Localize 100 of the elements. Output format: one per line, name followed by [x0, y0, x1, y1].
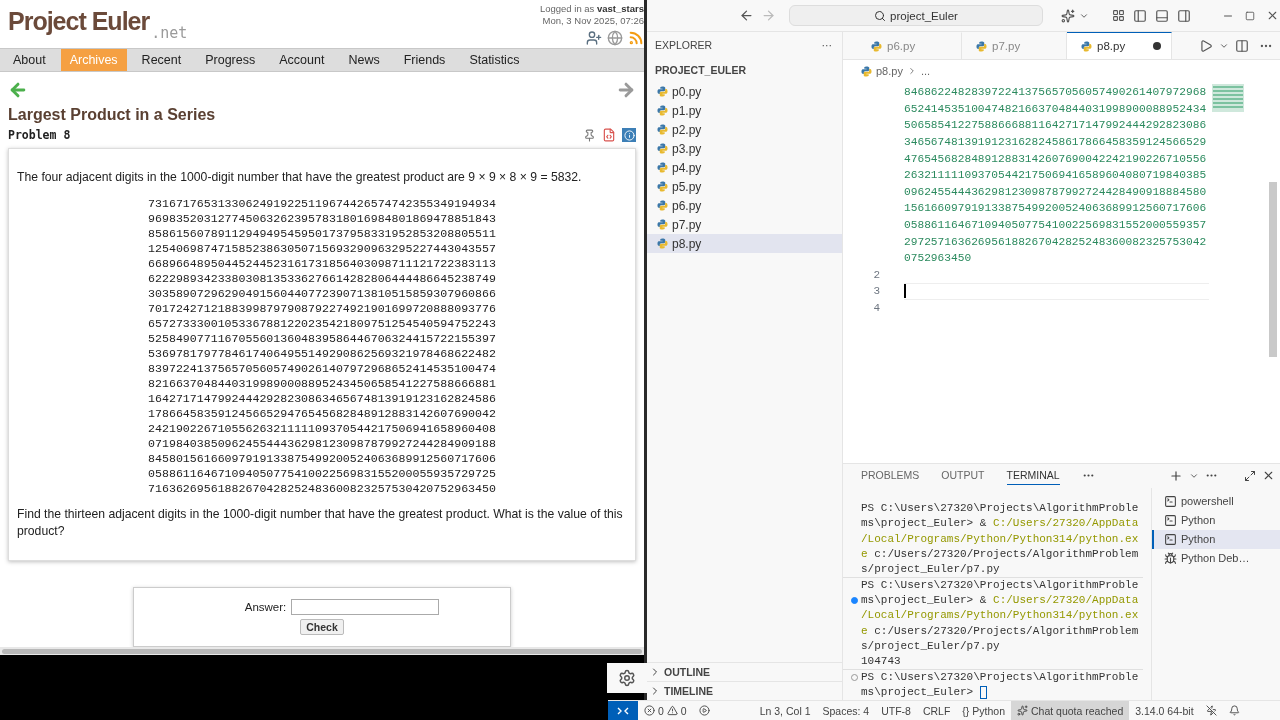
- run-debug-icon[interactable]: [698, 705, 710, 716]
- file-item[interactable]: p0.py: [647, 82, 842, 101]
- file-item[interactable]: p7.py: [647, 215, 842, 234]
- problems-status[interactable]: 0 0: [638, 700, 693, 720]
- panel-tab[interactable]: PROBLEMS: [861, 466, 920, 486]
- more-actions[interactable]: ···: [821, 39, 832, 51]
- indent-status[interactable]: Spaces: 4: [816, 700, 876, 720]
- problem-question: Find the thirteen adjacent digits in the 1000-digit number that have the greatest product. What is the value of this product?: [17, 506, 624, 540]
- check-button[interactable]: Check: [300, 619, 344, 635]
- python-icon: [657, 105, 668, 116]
- error-icon: [644, 705, 655, 716]
- search-field[interactable]: project_Euler: [789, 5, 1043, 26]
- code-string: 476545682848912883142607690042242190226710556: [904, 152, 1208, 165]
- file-name: p2.py: [672, 122, 702, 137]
- settings-button[interactable]: [607, 662, 647, 693]
- user-icon[interactable]: [586, 30, 602, 46]
- file-item[interactable]: p5.py: [647, 177, 842, 196]
- encoding-status[interactable]: UTF-8: [875, 700, 917, 720]
- file-item[interactable]: p6.py: [647, 196, 842, 215]
- rss-icon[interactable]: [628, 30, 644, 46]
- nav-link[interactable]: Recent: [132, 49, 191, 71]
- warning-icon: [666, 705, 678, 716]
- terminal-line: ms\project_Euler> & C:/Users/27320/AppData: [861, 517, 1139, 530]
- terminal-item[interactable]: powershell: [1152, 491, 1280, 511]
- terminal-line: 104743: [861, 655, 901, 668]
- next-arrow-icon[interactable]: [616, 80, 636, 100]
- terminal-line: s/project_Euler/p7.py: [861, 562, 1000, 575]
- command-marker[interactable]: [851, 596, 858, 604]
- section-label: OUTLINE: [664, 666, 711, 678]
- section-label: TIMELINE: [664, 685, 713, 697]
- file-item[interactable]: p3.py: [647, 139, 842, 158]
- bell-icon[interactable]: [1228, 705, 1240, 716]
- terminal-icon: [1164, 513, 1177, 527]
- code-string: 0752963450: [904, 252, 973, 265]
- cursor-position[interactable]: Ln 3, Col 1: [753, 700, 817, 720]
- explorer-title: EXPLORER: [655, 39, 713, 51]
- answer-field[interactable]: [291, 599, 440, 615]
- code-string: 297257163626956188267042825248360082325753042: [904, 235, 1208, 248]
- file-name: p0.py: [672, 84, 702, 99]
- file-item[interactable]: p4.py: [647, 158, 842, 177]
- chat-status[interactable]: Chat quota reached: [1011, 700, 1130, 720]
- file-item[interactable]: p1.py: [647, 101, 842, 120]
- nav-link[interactable]: About: [4, 49, 55, 71]
- nav-link[interactable]: News: [339, 49, 389, 71]
- nav-link[interactable]: Progress: [196, 49, 265, 71]
- terminal-line: s/project_Euler/p7.py: [861, 639, 1000, 652]
- editor-tab[interactable]: p8.py: [1067, 32, 1172, 59]
- info-icon[interactable]: [622, 128, 636, 142]
- line-number: 4: [872, 302, 881, 314]
- terminal-line: /Local/Programs/Python/Python314/python.ex: [861, 532, 1139, 545]
- globe-icon[interactable]: [607, 30, 623, 46]
- code-string: 346567481391912316282458617866458359124566529: [904, 136, 1208, 149]
- python-icon: [976, 40, 987, 52]
- panel-tab[interactable]: OUTPUT: [941, 466, 985, 486]
- scrollbar[interactable]: [2, 648, 642, 654]
- python-version[interactable]: 3.14.0 64-bit: [1129, 700, 1200, 720]
- zap-off-icon[interactable]: [1205, 705, 1217, 716]
- remote-button[interactable]: [608, 700, 638, 720]
- section-header[interactable]: OUTLINE: [647, 662, 842, 681]
- project-header[interactable]: PROJECT_EULER: [647, 58, 842, 82]
- python-icon: [657, 200, 668, 211]
- file-name: p7.py: [672, 217, 702, 232]
- code-string: 846862248283972241375657056057490261407972968: [904, 86, 1208, 99]
- terminal-line: PS C:\Users\27320\Projects\AlgorithmProble: [861, 671, 1139, 684]
- document-icon[interactable]: [602, 128, 616, 142]
- nav-link[interactable]: Friends: [394, 49, 455, 71]
- nav-link[interactable]: Statistics: [460, 49, 529, 71]
- terminal-item[interactable]: Python Deb…: [1152, 548, 1280, 568]
- python-icon: [657, 162, 668, 173]
- breadcrumb-file[interactable]: p8.py: [876, 65, 903, 77]
- logo-suffix: .net: [151, 24, 188, 42]
- code-string: 058861164671094050775410022569831552000559357: [904, 219, 1208, 232]
- maximize-panel-icon[interactable]: [1244, 469, 1256, 482]
- language-status[interactable]: {} Python: [956, 700, 1011, 720]
- file-item[interactable]: p2.py: [647, 120, 842, 139]
- scrollbar[interactable]: [1269, 182, 1277, 357]
- file-name: p5.py: [672, 179, 702, 194]
- panel-tab[interactable]: TERMINAL: [1006, 466, 1060, 486]
- text-cursor: [904, 284, 906, 299]
- eol-status[interactable]: CRLF: [916, 700, 957, 720]
- breadcrumb-rest[interactable]: ...: [920, 65, 931, 77]
- problem-intro: The four adjacent digits in the 1000-digit number that have the greatest product are 9 × 9 × 8 × 9 = 5832.: [17, 169, 583, 186]
- line-number: 3: [872, 285, 881, 298]
- previous-arrow-icon[interactable]: [8, 80, 28, 100]
- terminal-item[interactable]: Python: [1152, 510, 1280, 530]
- nav-link[interactable]: Account: [270, 49, 334, 71]
- chat-label: Chat quota reached: [1031, 704, 1124, 717]
- site-logo[interactable]: Project Euler: [8, 8, 150, 34]
- pin-icon[interactable]: [583, 128, 596, 142]
- terminal-line: PS C:\Users\27320\Projects\AlgorithmProble: [861, 579, 1139, 592]
- digit-grid: 73167176531330624919225119674426574742355349194934 96983520312774506326239578318016984801869478851843 85861560789112949495459501737958331952853208805511 12540698747158523863050715693290963295227443043557 66896648950445244523161731856403098711121722383113 62229893423380308135336276614282806444486645238749 30358907296290491560440772390713810515859307960866 70172427121883998797908792274921901699720888093776 65727333001053367881220235421809751254540594752243 52584907711670556013604839586446706324415722155397 53697817977846174064955149290862569321978468622482 83972241375657056057490261407972968652414535100474 82166370484403199890008895243450658541227588666881 16427171479924442928230863465674813919123162824586 17866458359124566529476545682848912883142607690042 24219022671055626321111109370544217506941658960408 07198403850962455444362981230987879927244284909188 84580156166097919133875499200524063689912560717606 05886116467109405077541002256983155200055935729725 71636269561882670428252483600823257530420752963450: [148, 196, 496, 496]
- file-item[interactable]: p8.py: [647, 234, 842, 253]
- sparkle-icon: [1017, 705, 1028, 716]
- terminal-icon: [1164, 532, 1177, 546]
- python-icon: [657, 219, 668, 230]
- python-icon: [657, 86, 668, 97]
- new-terminal-icon[interactable]: [1169, 468, 1183, 483]
- code-string: 263211111093705442175069416589604080719840385: [904, 169, 1208, 182]
- file-name: p3.py: [672, 141, 702, 156]
- terminal-item[interactable]: Python: [1152, 529, 1280, 549]
